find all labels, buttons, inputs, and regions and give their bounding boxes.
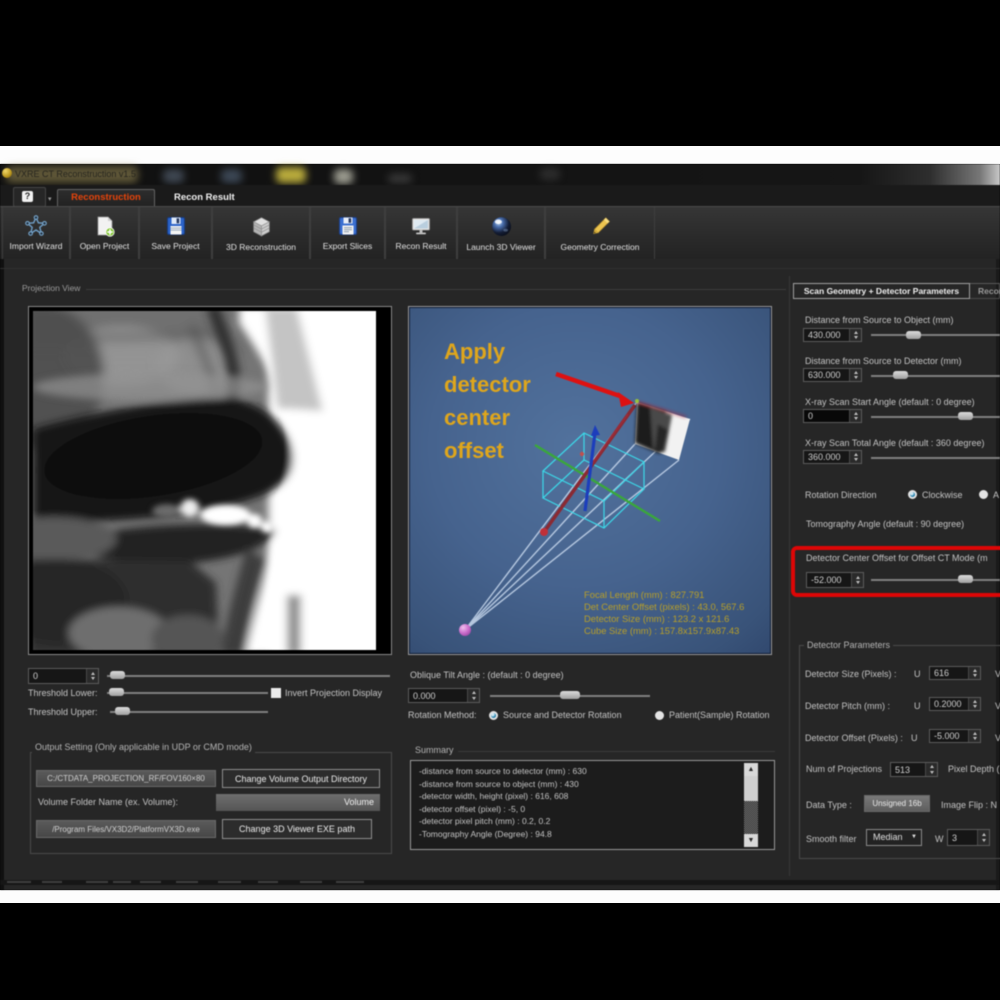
svg-text:detector: detector (444, 372, 531, 397)
svg-text:center: center (444, 405, 510, 430)
svg-text:Cube Size (mm) : 157.8x157.9x8: Cube Size (mm) : 157.8x157.9x87.43 (584, 625, 739, 636)
svg-text:offset: offset (444, 438, 505, 463)
svg-text:Apply: Apply (444, 339, 506, 364)
svg-text:Detector Size (mm) : 123.2 x 1: Detector Size (mm) : 123.2 x 121.6 (584, 613, 729, 624)
svg-text:Det Center Offset (pixels) : 4: Det Center Offset (pixels) : 43.0, 567.6 (584, 601, 744, 612)
svg-text:Focal Length (mm) : 827.791: Focal Length (mm) : 827.791 (584, 589, 704, 600)
